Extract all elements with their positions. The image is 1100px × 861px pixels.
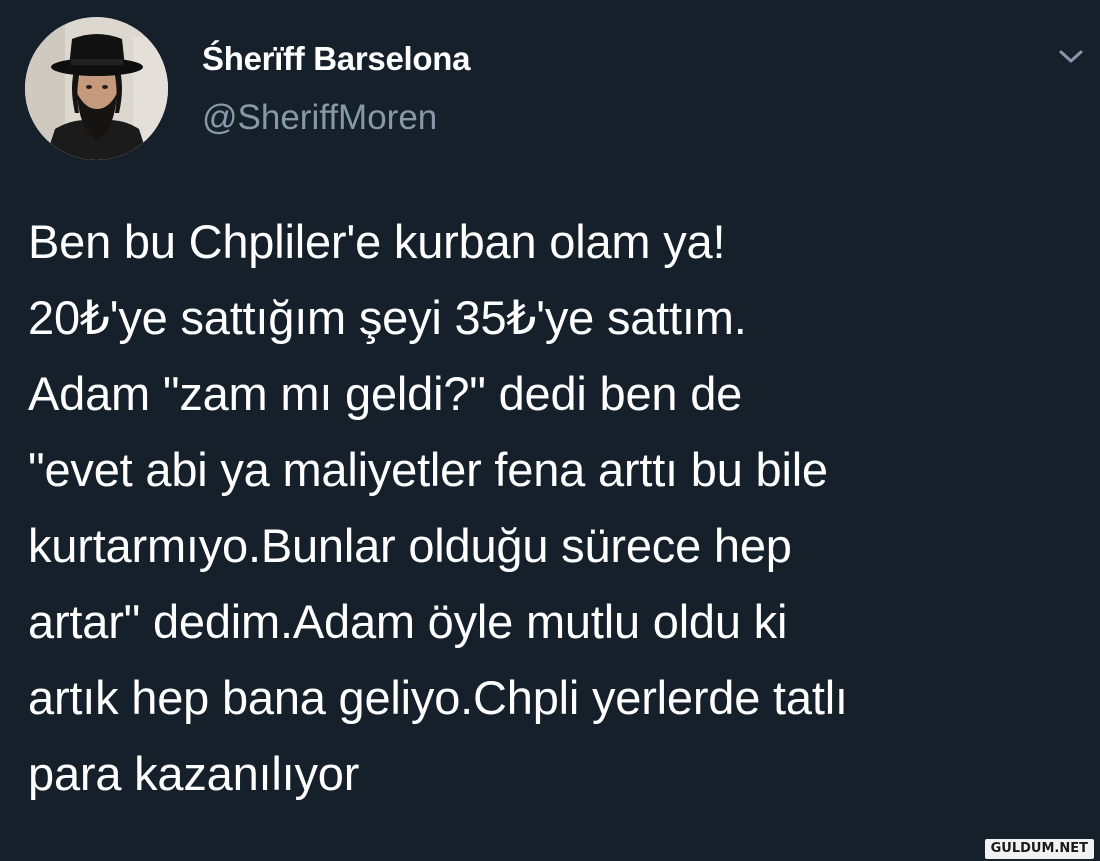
tweet-text-line: para kazanılıyor — [28, 747, 360, 800]
tweet-text-line: artık hep bana geliyo.Chpli yerlerde tat… — [28, 671, 848, 724]
user-handle[interactable]: @SheriffMoren — [202, 98, 437, 138]
tweet-text-line: Adam "zam mı geldi?" dedi ben de — [28, 367, 743, 420]
tweet-text-line: "evet abi ya maliyetler fena arttı bu bi… — [28, 443, 828, 496]
tweet-card: Śherïff Barselona @SheriffMoren Ben bu C… — [0, 0, 1100, 861]
watermark: GULDUM.NET — [984, 839, 1094, 859]
tweet-text-line: kurtarmıyo.Bunlar olduğu sürece hep — [28, 519, 792, 572]
tweet-text-line: Ben bu Chpliler'e kurban olam ya! — [28, 215, 726, 268]
tweet-text-line: artar" dedim.Adam öyle mutlu oldu ki — [28, 595, 788, 648]
display-name[interactable]: Śherïff Barselona — [202, 40, 470, 78]
tweet-text-line: 20₺'ye sattığım şeyi 35₺'ye sattım. — [28, 291, 747, 344]
chevron-down-icon[interactable] — [1055, 44, 1087, 68]
avatar-photo — [25, 17, 168, 160]
tweet-text: Ben bu Chpliler'e kurban olam ya! 20₺'ye… — [28, 204, 1088, 812]
avatar[interactable] — [25, 17, 168, 160]
